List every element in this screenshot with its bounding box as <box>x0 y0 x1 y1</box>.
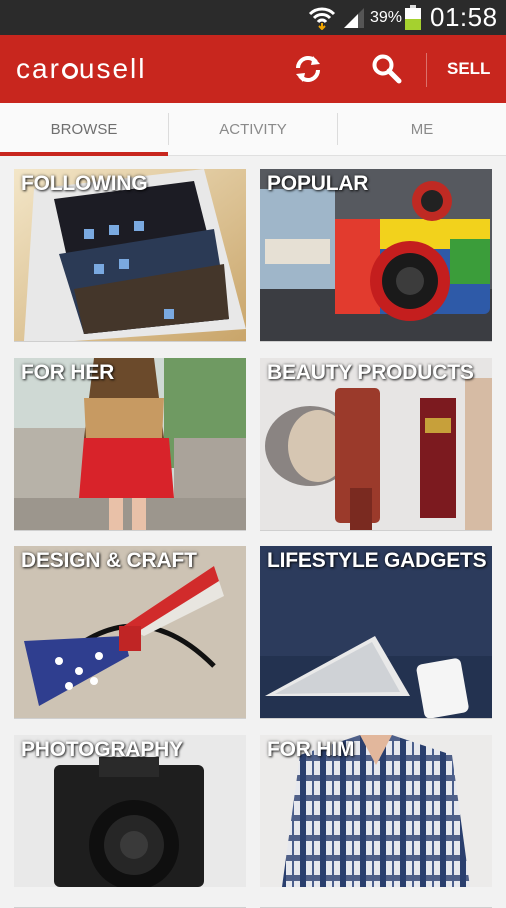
sell-button[interactable]: SELL <box>447 59 490 79</box>
tab-me-label: ME <box>410 120 434 138</box>
carousell-logo: car usell <box>16 53 147 84</box>
category-tile-beauty-products[interactable]: BEAUTY PRODUCTS <box>260 358 492 531</box>
category-label: POPULAR <box>267 172 369 195</box>
category-label: LIFESTYLE GADGETS <box>267 549 487 572</box>
tab-activity-label: ACTIVITY <box>219 120 287 138</box>
tab-bar: BROWSE ACTIVITY ME <box>0 103 506 156</box>
signal-icon <box>344 8 364 28</box>
category-tile-for-her[interactable]: FOR HER <box>14 358 246 531</box>
wifi-icon <box>308 7 336 30</box>
category-label: BEAUTY PRODUCTS <box>267 361 474 384</box>
status-bar: 39% 01:58 <box>0 0 506 35</box>
category-tile-design-craft[interactable]: DESIGN & CRAFT <box>14 546 246 719</box>
category-tile-photography[interactable]: PHOTOGRAPHY <box>14 735 246 908</box>
category-label: FOLLOWING <box>21 172 148 195</box>
category-tile-popular[interactable]: POPULAR <box>260 169 492 342</box>
refresh-icon[interactable] <box>292 53 324 85</box>
battery-percent: 39% <box>370 9 403 26</box>
category-tile-following[interactable]: FOLLOWING <box>14 169 246 342</box>
tab-browse-label: BROWSE <box>50 120 118 138</box>
category-label: PHOTOGRAPHY <box>21 738 183 761</box>
tab-activity[interactable]: ACTIVITY <box>169 103 337 155</box>
battery-icon <box>405 5 421 30</box>
clock: 01:58 <box>430 2 498 32</box>
category-label: DESIGN & CRAFT <box>21 549 197 572</box>
category-label: FOR HIM <box>267 738 355 761</box>
selected-tab-indicator <box>0 152 168 156</box>
category-label: FOR HER <box>21 361 115 384</box>
app-bar-divider <box>426 53 427 87</box>
category-tile-lifestyle-gadgets[interactable]: LIFESTYLE GADGETS <box>260 546 492 719</box>
search-icon[interactable] <box>370 53 402 85</box>
app-bar: car usell SELL <box>0 35 506 103</box>
tab-me[interactable]: ME <box>338 103 506 155</box>
category-tile-for-him[interactable]: FOR HIM <box>260 735 492 908</box>
tab-browse[interactable]: BROWSE <box>0 103 168 155</box>
